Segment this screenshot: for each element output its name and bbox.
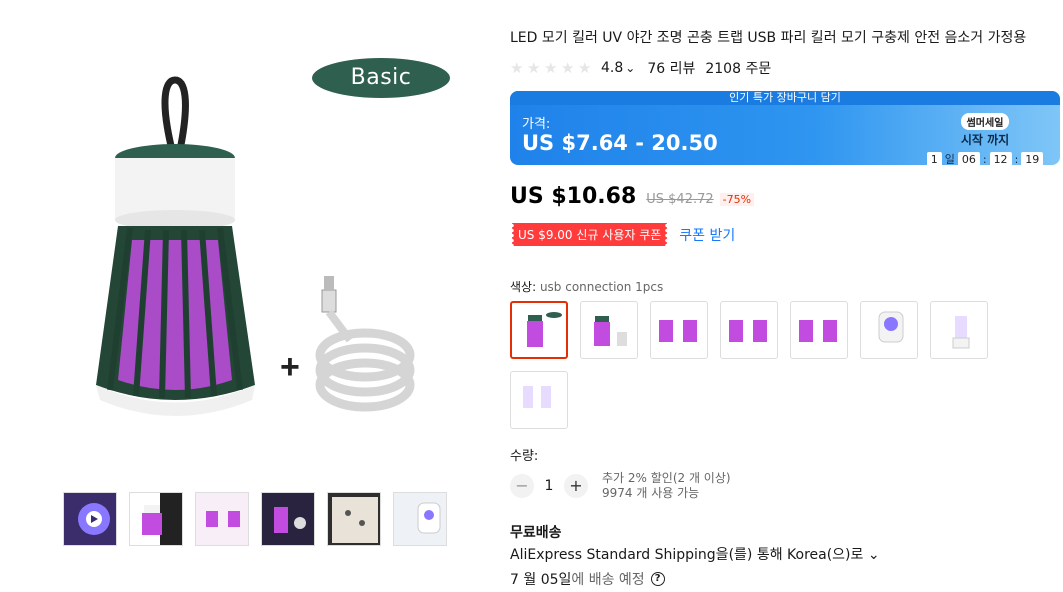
extra-discount-text: 추가 2% 할인(2 개 이상) bbox=[602, 471, 731, 485]
sale-name-pill: 썸머세일 bbox=[960, 113, 1010, 130]
help-icon[interactable]: ? bbox=[650, 572, 665, 586]
color-label-text: 색상: bbox=[510, 280, 537, 294]
star-icon: ★ bbox=[561, 58, 575, 77]
product-title: LED 모기 킬러 UV 야간 조명 곤충 트랩 USB 파리 킬러 모기 구충… bbox=[510, 30, 1027, 46]
quantity-minus-button[interactable]: − bbox=[510, 474, 534, 498]
current-price: US $10.68 bbox=[510, 184, 637, 209]
delivery-date: 7 월 05일 bbox=[510, 572, 572, 588]
main-product-image[interactable]: + bbox=[60, 40, 480, 460]
color-swatches bbox=[510, 301, 1000, 429]
countdown-seconds: 19 bbox=[1021, 151, 1044, 165]
promo-banner-top: 인기 특가 장바구니 담기 bbox=[510, 91, 1060, 105]
mosquito-lamp-illustration: + bbox=[96, 76, 415, 416]
rating-stars[interactable]: ★ ★ ★ ★ ★ bbox=[510, 58, 593, 77]
rating-row: ★ ★ ★ ★ ★ 4.8 ⌄ 76 리뷰 2108 주문 bbox=[510, 58, 771, 78]
thumbnail-2[interactable] bbox=[129, 492, 183, 546]
chevron-down-icon[interactable]: ⌄ bbox=[625, 61, 635, 75]
promo-banner[interactable]: 인기 특가 장바구니 담기 가격: US $7.64 - 20.50 썸머세일 … bbox=[510, 91, 1060, 165]
swatch-usb-connection-1pcs[interactable] bbox=[510, 301, 568, 359]
quantity-input[interactable]: 1 bbox=[534, 478, 564, 494]
thumbnail-6[interactable] bbox=[393, 492, 447, 546]
color-label: 색상: usb connection 1pcs bbox=[510, 278, 663, 295]
quantity-info: 추가 2% 할인(2 개 이상) 9974 개 사용 가능 bbox=[602, 471, 731, 501]
review-count[interactable]: 76 리뷰 bbox=[647, 58, 695, 78]
countdown-colon: : bbox=[982, 152, 987, 166]
color-selected-value: usb connection 1pcs bbox=[539, 280, 664, 294]
promo-price-range: US $7.64 - 20.50 bbox=[522, 131, 718, 155]
sale-start-text: 시작 까지 bbox=[960, 133, 1010, 147]
quantity-label: 수량: bbox=[510, 449, 539, 464]
thumbnail-strip bbox=[63, 492, 447, 546]
countdown-minutes: 12 bbox=[989, 151, 1012, 165]
shipping-method[interactable]: AliExpress Standard Shipping을(를) 통해 Kore… bbox=[510, 544, 880, 564]
discount-badge: -75% bbox=[719, 193, 755, 206]
thumbnail-video[interactable] bbox=[63, 492, 117, 546]
countdown-day-unit: 일 bbox=[944, 153, 955, 165]
delivery-suffix: 에 배송 예정 bbox=[571, 572, 645, 588]
countdown-timer: 1 일 06 : 12 : 19 bbox=[920, 151, 1050, 165]
order-count: 2108 주문 bbox=[705, 61, 772, 77]
countdown-colon: : bbox=[1014, 152, 1019, 166]
shipping-title: 무료배송 bbox=[510, 525, 562, 541]
thumbnail-5[interactable] bbox=[327, 492, 381, 546]
plus-sign: + bbox=[280, 348, 300, 386]
delivery-estimate: 7 월 05일 에 배송 예정 ? bbox=[510, 569, 665, 589]
thumbnail-4[interactable] bbox=[261, 492, 315, 546]
swatch-option-3[interactable] bbox=[650, 301, 708, 359]
countdown-days: 1 bbox=[926, 151, 942, 165]
get-coupon-link[interactable]: 쿠폰 받기 bbox=[679, 225, 735, 245]
star-icon: ★ bbox=[544, 58, 558, 77]
star-icon: ★ bbox=[510, 58, 524, 77]
quantity-plus-button[interactable]: + bbox=[564, 474, 588, 498]
new-user-coupon[interactable]: US $9.00 신규 사용자 쿠폰 bbox=[509, 223, 670, 246]
swatch-option-7[interactable] bbox=[930, 301, 988, 359]
swatch-option-6[interactable] bbox=[860, 301, 918, 359]
swatch-option-5[interactable] bbox=[790, 301, 848, 359]
swatch-option-4[interactable] bbox=[720, 301, 778, 359]
star-icon: ★ bbox=[527, 58, 541, 77]
star-icon: ★ bbox=[578, 58, 592, 77]
rating-value[interactable]: 4.8 bbox=[601, 60, 623, 76]
swatch-option-8[interactable] bbox=[510, 371, 568, 429]
promo-price-label: 가격: bbox=[522, 117, 551, 132]
quantity-stepper: − 1 + 추가 2% 할인(2 개 이상) 9974 개 사용 가능 bbox=[510, 471, 731, 501]
price-row: US $10.68 US $42.72 -75% bbox=[510, 184, 755, 209]
sale-countdown: 썸머세일 시작 까지 1 일 06 : 12 : 19 bbox=[920, 111, 1050, 165]
thumbnail-3[interactable] bbox=[195, 492, 249, 546]
basic-badge: Basic bbox=[312, 58, 450, 98]
coupon-row: US $9.00 신규 사용자 쿠폰 쿠폰 받기 bbox=[509, 223, 735, 246]
original-price: US $42.72 bbox=[646, 192, 714, 207]
available-stock-text: 9974 개 사용 가능 bbox=[602, 486, 700, 500]
countdown-hours: 06 bbox=[957, 151, 980, 165]
video-thumb-icon bbox=[64, 493, 116, 545]
swatch-option-2[interactable] bbox=[580, 301, 638, 359]
